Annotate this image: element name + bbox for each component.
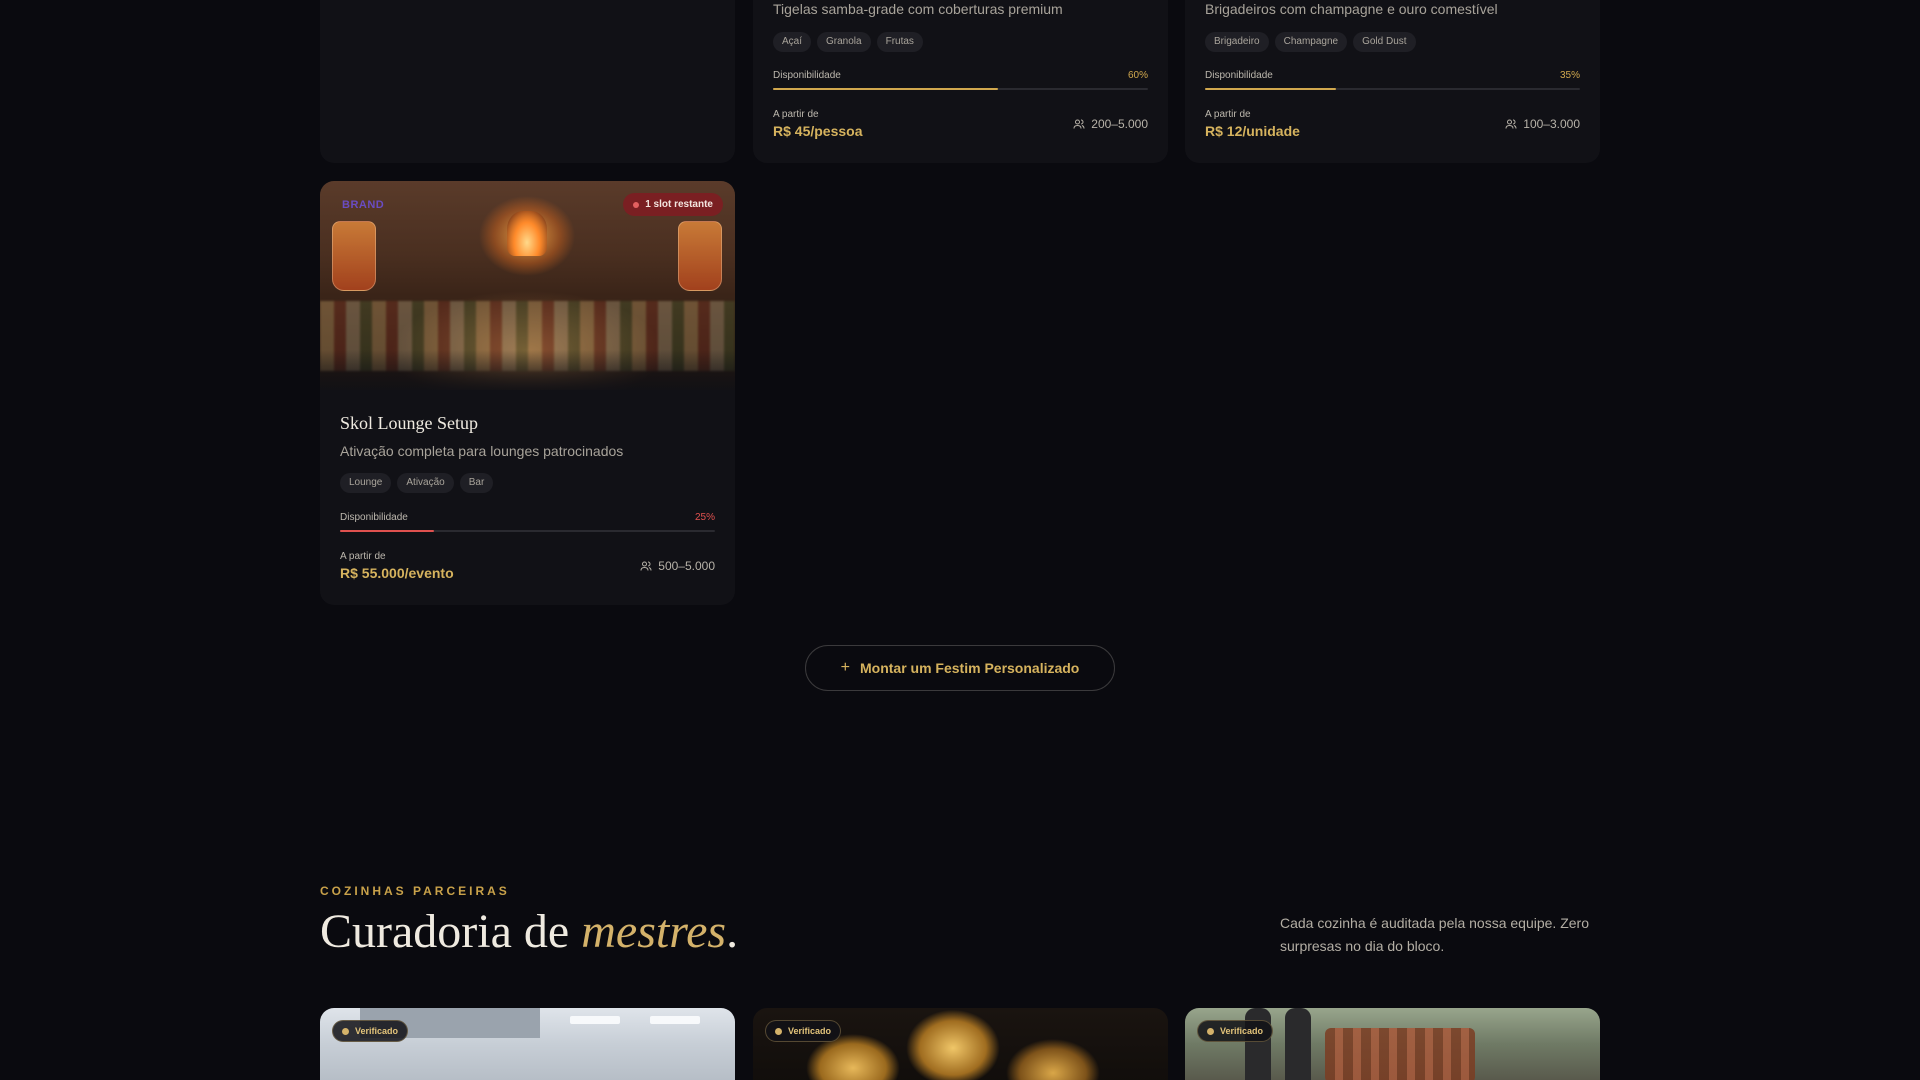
availability: Disponibilidade 25% [340, 512, 715, 532]
verified-label: Verificado [1220, 1026, 1264, 1036]
tag: Champagne [1274, 32, 1348, 52]
verified-label: Verificado [788, 1026, 832, 1036]
availability: Disponibilidade 60% [773, 70, 1148, 90]
card-description: Tigelas samba-grade com coberturas premi… [773, 1, 1063, 17]
capacity: 200–5.000 [1073, 117, 1148, 131]
slots-remaining-badge: 1 slot restante [623, 193, 723, 216]
kitchen-card[interactable]: Verificado [320, 1008, 735, 1080]
capacity-value: 200–5.000 [1091, 117, 1148, 131]
verified-label: Verificado [355, 1026, 399, 1036]
kitchen-card[interactable]: Verificado [753, 1008, 1168, 1080]
verified-badge: Verificado [1197, 1020, 1274, 1042]
card-image: BRAND 1 slot restante [320, 181, 735, 390]
availability-bar [773, 88, 1148, 90]
tag-list: Açaí Granola Frutas [773, 32, 923, 52]
card-title: Skol Lounge Setup [340, 413, 478, 433]
tag: Frutas [876, 32, 923, 52]
price-value: R$ 45/pessoa [773, 123, 863, 139]
people-icon [1073, 119, 1085, 129]
tag: Bar [459, 473, 494, 493]
tag-list: Lounge Ativação Bar [340, 473, 494, 493]
tag: Lounge [340, 473, 392, 493]
availability-bar [1205, 88, 1580, 90]
offering-card-empty[interactable] [320, 0, 735, 163]
price-value: R$ 55.000/evento [340, 565, 454, 581]
verified-badge: Verificado [332, 1020, 409, 1042]
page: Tigelas samba-grade com coberturas premi… [0, 0, 1920, 1080]
availability-percent: 25% [694, 512, 715, 523]
section-title: Curadoria de mestres. [320, 904, 738, 959]
tag: Brigadeiro [1205, 32, 1269, 52]
section-title-end: . [726, 905, 739, 958]
verified-dot-icon [775, 1027, 782, 1035]
tag: Açaí [773, 32, 812, 52]
custom-feast-label: Montar um Festim Personalizado [859, 660, 1080, 676]
availability-label: Disponibilidade [340, 512, 408, 523]
capacity: 500–5.000 [640, 559, 715, 573]
availability-label: Disponibilidade [1205, 70, 1273, 81]
tag-list: Brigadeiro Champagne Gold Dust [1205, 32, 1416, 52]
card-description: Brigadeiros com champagne e ouro comestí… [1205, 1, 1498, 17]
people-icon [1505, 119, 1517, 129]
verified-badge: Verificado [765, 1020, 842, 1042]
section-title-main: Curadoria de [320, 905, 582, 958]
tag: Granola [817, 32, 871, 52]
availability-fill [340, 530, 434, 532]
plus-icon: + [840, 659, 850, 676]
custom-feast-button[interactable]: + Montar um Festim Personalizado [805, 645, 1115, 691]
offering-card-skol-lounge[interactable]: BRAND 1 slot restante Skol Lounge Setup … [320, 181, 735, 605]
badge-label: 1 slot restante [645, 199, 713, 210]
section-title-accent: mestres [581, 905, 727, 958]
price-value: R$ 12/unidade [1205, 123, 1300, 139]
capacity-value: 500–5.000 [658, 559, 715, 573]
verified-dot-icon [1207, 1027, 1214, 1035]
price-from-label: A partir de [1205, 109, 1251, 120]
offering-card-acai[interactable]: Tigelas samba-grade com coberturas premi… [753, 0, 1168, 163]
capacity-value: 100–3.000 [1523, 117, 1580, 131]
brand-logo: BRAND [342, 199, 385, 211]
status-dot-icon [633, 201, 640, 208]
availability: Disponibilidade 35% [1205, 70, 1580, 90]
availability-bar [340, 530, 715, 532]
availability-fill [773, 88, 998, 90]
price-from-label: A partir de [773, 109, 819, 120]
section-note: Cada cozinha é auditada pela nossa equip… [1280, 915, 1589, 954]
capacity: 100–3.000 [1505, 117, 1580, 131]
verified-dot-icon [342, 1027, 349, 1035]
availability-percent: 60% [1127, 70, 1148, 81]
price-row: A partir de R$ 12/unidade 100–3.000 [1205, 109, 1580, 139]
availability-fill [1205, 88, 1337, 90]
price-row: A partir de R$ 55.000/evento 500–5.000 [340, 551, 715, 581]
kitchen-card[interactable]: Verificado [1185, 1008, 1600, 1080]
people-icon [640, 561, 652, 571]
availability-percent: 35% [1559, 70, 1580, 81]
tag: Ativação [397, 473, 454, 493]
card-description: Ativação completa para lounges patrocina… [340, 443, 624, 459]
offering-card-brigadeiro[interactable]: Brigadeiros com champagne e ouro comestí… [1185, 0, 1600, 163]
section-eyebrow: COZINHAS PARCEIRAS [320, 884, 510, 898]
price-from-label: A partir de [340, 551, 386, 562]
availability-label: Disponibilidade [773, 70, 841, 81]
price-row: A partir de R$ 45/pessoa 200–5.000 [773, 109, 1148, 139]
tag: Gold Dust [1353, 32, 1416, 52]
